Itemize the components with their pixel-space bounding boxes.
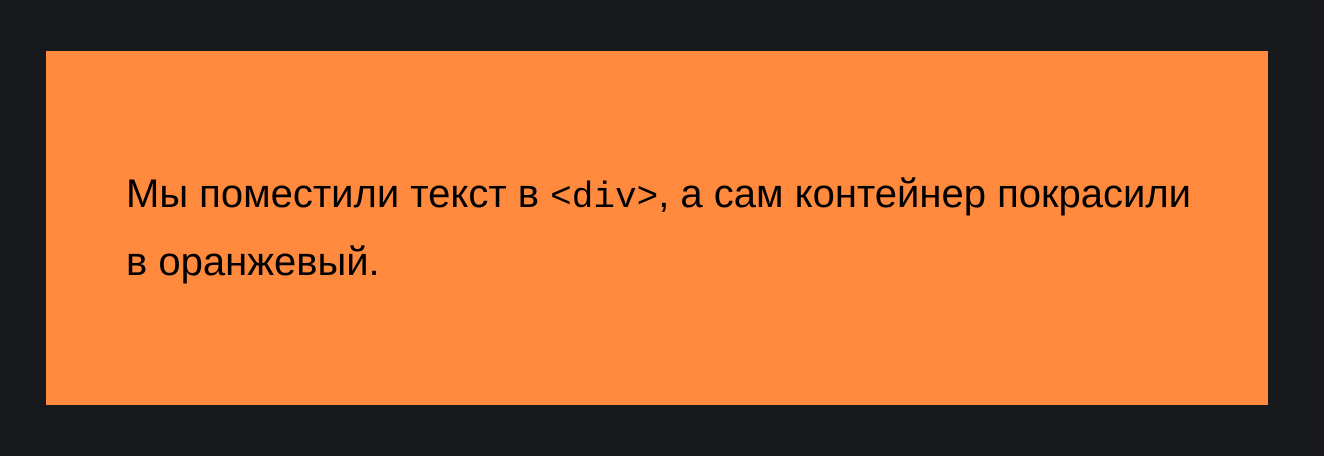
- text-before-code: Мы поместили текст в: [126, 172, 551, 216]
- inline-code-div: <div>: [550, 177, 659, 218]
- orange-container: Мы поместили текст в <div>, а сам контей…: [46, 51, 1268, 405]
- container-text: Мы поместили текст в <div>, а сам контей…: [126, 162, 1208, 294]
